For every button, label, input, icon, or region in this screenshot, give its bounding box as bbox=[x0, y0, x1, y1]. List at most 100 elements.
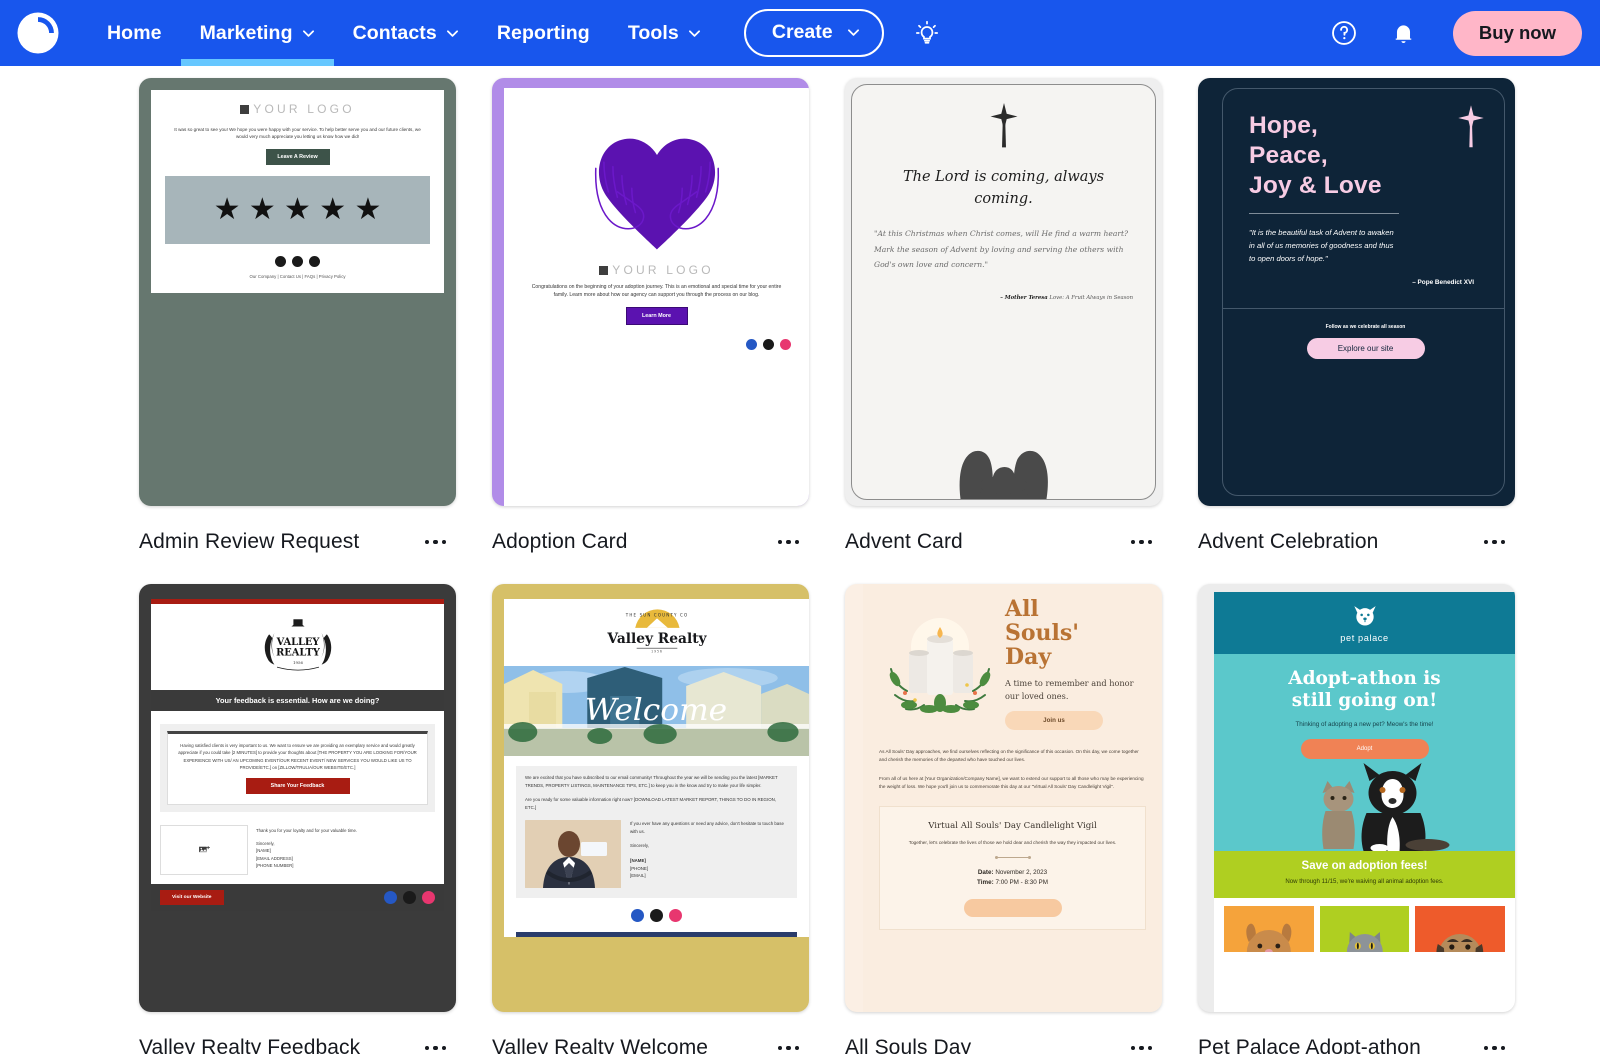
event-cta-button bbox=[963, 899, 1062, 918]
svg-text:REALTY: REALTY bbox=[276, 647, 321, 658]
template-thumbnail[interactable]: The Lord is coming, always coming. "At t… bbox=[845, 78, 1162, 506]
attribution-source: Love: A Fruit Always in Season bbox=[1049, 294, 1133, 301]
nav-item-tools[interactable]: Tools bbox=[609, 0, 720, 66]
facebook-icon bbox=[275, 256, 286, 268]
email-cta-button: Learn More bbox=[625, 307, 688, 326]
dog-face-icon bbox=[1214, 602, 1515, 629]
create-button-label: Create bbox=[771, 21, 833, 43]
pet-photo-tile-dog-golden bbox=[1224, 905, 1314, 952]
event-date-value: November 2, 2023 bbox=[995, 868, 1048, 876]
card-heading-line-1: Hope, bbox=[1249, 112, 1319, 139]
signoff-line: Sincerely, bbox=[256, 840, 275, 846]
template-title: Valley Realty Feedback bbox=[139, 1036, 361, 1054]
event-subtitle: Together, let's celebrate the lives of t… bbox=[908, 839, 1117, 845]
template-thumbnail[interactable]: YOUR LOGO Congratulations on the beginni… bbox=[492, 78, 809, 506]
x-twitter-icon bbox=[763, 339, 774, 351]
create-button[interactable]: Create bbox=[743, 9, 884, 57]
social-icons bbox=[518, 339, 795, 351]
x-twitter-icon bbox=[403, 891, 416, 905]
pet-photo-tile-cat-grey bbox=[1319, 905, 1410, 952]
template-tile-advent-card: The Lord is coming, always coming. "At t… bbox=[845, 78, 1162, 584]
thanks-text: Thank you for your loyalty and for your … bbox=[256, 828, 358, 834]
email-body-paragraph-3: If you ever have any questions or need a… bbox=[630, 820, 784, 834]
social-icons bbox=[384, 891, 435, 905]
tile-footer: Admin Review Request bbox=[139, 506, 456, 584]
logo-text: YOUR LOGO bbox=[253, 102, 355, 116]
signoff-line: [NAME] bbox=[630, 857, 646, 863]
ellipsis-icon[interactable] bbox=[417, 534, 455, 551]
social-icons bbox=[504, 908, 809, 922]
divider bbox=[1249, 212, 1399, 214]
constant-contact-logo-icon[interactable] bbox=[14, 9, 62, 57]
footer-links: Our Company | Contact Us | FAQs | Privac… bbox=[249, 274, 346, 280]
hero-image-welcome-houses: Welcome bbox=[504, 666, 809, 756]
chevron-down-icon bbox=[446, 27, 459, 40]
ellipsis-icon[interactable] bbox=[1476, 1040, 1514, 1054]
card-heading-line-1: Adopt-athon is bbox=[1288, 668, 1441, 689]
ellipsis-icon[interactable] bbox=[770, 1040, 808, 1054]
card-heading-line-3: Joy & Love bbox=[1249, 171, 1382, 199]
email-cta-button: Adopt bbox=[1300, 739, 1429, 760]
ellipsis-icon[interactable] bbox=[1123, 1040, 1161, 1054]
image-placeholder-icon bbox=[160, 825, 248, 876]
tile-footer: Advent Celebration bbox=[1198, 506, 1515, 584]
svg-text:Valley Realty: Valley Realty bbox=[606, 631, 707, 647]
template-thumbnail[interactable]: YOUR LOGO It was so great to see you! We… bbox=[139, 78, 456, 506]
signoff-line: [PHONE] bbox=[630, 865, 649, 871]
chevron-down-icon bbox=[302, 27, 315, 40]
signoff-line: [EMAIL] bbox=[630, 873, 646, 879]
ellipsis-icon[interactable] bbox=[417, 1040, 455, 1054]
email-body-paragraph-2: Are you ready for some valuable informat… bbox=[525, 797, 776, 811]
nav-item-home[interactable]: Home bbox=[88, 0, 181, 66]
tile-footer: Valley Realty Welcome bbox=[492, 1012, 809, 1054]
ellipsis-icon[interactable] bbox=[1476, 534, 1514, 551]
email-footer-button: Visit our Website bbox=[160, 890, 224, 906]
nav-right-actions: Buy now bbox=[1329, 10, 1582, 56]
svg-text:THE SUN COUNTY CO: THE SUN COUNTY CO bbox=[624, 612, 688, 617]
logo-square-icon bbox=[240, 104, 250, 114]
nav-item-marketing[interactable]: Marketing bbox=[180, 0, 334, 66]
tile-footer: Pet Palace Adopt-athon bbox=[1198, 1012, 1515, 1054]
template-title: Pet Palace Adopt-athon bbox=[1198, 1036, 1421, 1054]
template-thumbnail[interactable]: THE SUN COUNTY CO Valley Realty 1956 Wel… bbox=[492, 584, 809, 1012]
agent-photo bbox=[525, 819, 621, 888]
template-tile-advent-celebration: Hope, Peace, Joy & Love "It is the beaut… bbox=[1198, 78, 1515, 584]
template-thumbnail[interactable]: All Souls' Day A time to remember and ho… bbox=[845, 584, 1162, 1012]
heart-hands-illustration bbox=[518, 98, 795, 261]
card-heading-line-1: All bbox=[1005, 596, 1039, 622]
facebook-icon bbox=[746, 339, 757, 351]
nav-item-contacts[interactable]: Contacts bbox=[334, 0, 478, 66]
ellipsis-icon[interactable] bbox=[770, 534, 808, 551]
nav-item-label: Home bbox=[107, 21, 162, 44]
tile-footer: Advent Card bbox=[845, 506, 1162, 584]
template-thumbnail[interactable]: Hope, Peace, Joy & Love "It is the beaut… bbox=[1198, 78, 1515, 506]
signoff: Sincerely, bbox=[630, 843, 649, 849]
template-thumbnail[interactable]: pet palace Adopt-athon is still going on… bbox=[1198, 584, 1515, 1012]
tile-footer: Adoption Card bbox=[492, 506, 809, 584]
signoff-line: [NAME] bbox=[256, 848, 271, 854]
event-time-value: 7:00 PM - 8:30 PM bbox=[995, 879, 1048, 887]
card-quote: "At this Christmas when Christ comes, wi… bbox=[874, 229, 1129, 270]
help-circle-icon[interactable] bbox=[1329, 18, 1359, 48]
template-tile-pet-palace: pet palace Adopt-athon is still going on… bbox=[1198, 584, 1515, 1054]
card-heading: The Lord is coming, always coming. bbox=[902, 168, 1105, 207]
template-title: Advent Card bbox=[845, 530, 963, 553]
primary-nav-items: Home Marketing Contacts Reporting Tools bbox=[88, 0, 720, 66]
instagram-icon bbox=[422, 891, 435, 905]
x-twitter-icon bbox=[650, 908, 663, 922]
instagram-icon bbox=[309, 256, 320, 268]
nav-item-reporting[interactable]: Reporting bbox=[478, 0, 609, 66]
lightbulb-icon[interactable] bbox=[912, 18, 942, 48]
template-tile-adoption-card: YOUR LOGO Congratulations on the beginni… bbox=[492, 78, 809, 584]
template-thumbnail[interactable]: VALLEY REALTY 1956 Your feedback is esse… bbox=[139, 584, 456, 1012]
buy-now-button[interactable]: Buy now bbox=[1452, 10, 1582, 56]
template-title: Adoption Card bbox=[492, 530, 628, 553]
card-attribution: – Mother Teresa Love: A Fruit Always in … bbox=[874, 295, 1133, 301]
email-banner-text: Your feedback is essential. How are we d… bbox=[151, 690, 444, 711]
template-tile-all-souls-day: All Souls' Day A time to remember and ho… bbox=[845, 584, 1162, 1054]
accent-bar bbox=[516, 931, 797, 937]
ellipsis-icon[interactable] bbox=[1123, 534, 1161, 551]
facebook-icon bbox=[384, 891, 397, 905]
bell-icon[interactable] bbox=[1389, 18, 1419, 48]
brand-name: pet palace bbox=[1340, 633, 1389, 643]
